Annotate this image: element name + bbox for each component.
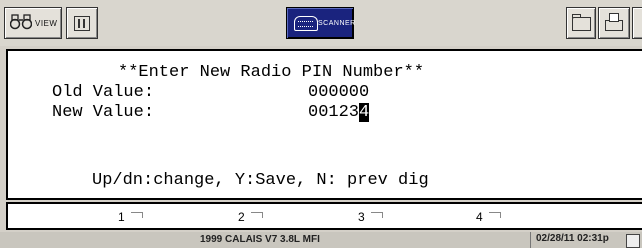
softkey-flag-icon	[250, 212, 263, 218]
toolbar: VIEW SCANNER	[0, 0, 642, 46]
instructions: Up/dn:change, Y:Save, N: prev dig	[92, 171, 429, 190]
folder-icon	[572, 14, 591, 31]
tool-button[interactable]	[632, 7, 642, 39]
status-icon	[626, 234, 640, 248]
digit-cursor: 4	[359, 103, 370, 122]
new-value-digits: 00123	[308, 103, 360, 122]
softkey-flag-icon	[488, 212, 501, 218]
screen-title: **Enter New Radio PIN Number**	[118, 63, 425, 82]
softkey-label: 3	[358, 210, 365, 224]
softkey-4[interactable]: 4	[476, 210, 501, 224]
status-bar: 1999 CALAIS V7 3.8L MFI 02/28/11 02:31p	[0, 232, 642, 248]
pause-button[interactable]	[66, 7, 98, 39]
date-time: 02/28/11 02:31p	[536, 233, 609, 244]
softkey-bar: 1 2 3 4	[6, 202, 642, 230]
binoculars-icon	[10, 14, 32, 30]
softkey-2[interactable]: 2	[238, 210, 263, 224]
softkey-label: 1	[118, 210, 125, 224]
view-button[interactable]: VIEW	[4, 7, 62, 39]
scanner-button[interactable]: SCANNER	[286, 7, 356, 39]
pause-icon	[74, 16, 90, 31]
old-value: 000000	[308, 83, 370, 102]
printer-icon	[605, 13, 623, 31]
softkey-label: 2	[238, 210, 245, 224]
softkey-3[interactable]: 3	[358, 210, 383, 224]
view-label: VIEW	[35, 19, 58, 28]
scanner-screen: **Enter New Radio PIN Number** Old Value…	[6, 49, 642, 200]
softkey-flag-icon	[130, 212, 143, 218]
vehicle-info: 1999 CALAIS V7 3.8L MFI	[200, 234, 320, 245]
scanner-label: SCANNER	[318, 20, 356, 27]
old-value-label: Old Value:	[52, 83, 155, 102]
folder-button[interactable]	[566, 7, 596, 39]
new-value[interactable]: 001234	[308, 103, 370, 123]
scanner-icon	[294, 16, 318, 31]
print-button[interactable]	[598, 7, 630, 39]
status-divider	[530, 232, 531, 248]
softkey-label: 4	[476, 210, 483, 224]
softkey-1[interactable]: 1	[118, 210, 143, 224]
new-value-label: New Value:	[52, 103, 155, 122]
softkey-flag-icon	[370, 212, 383, 218]
